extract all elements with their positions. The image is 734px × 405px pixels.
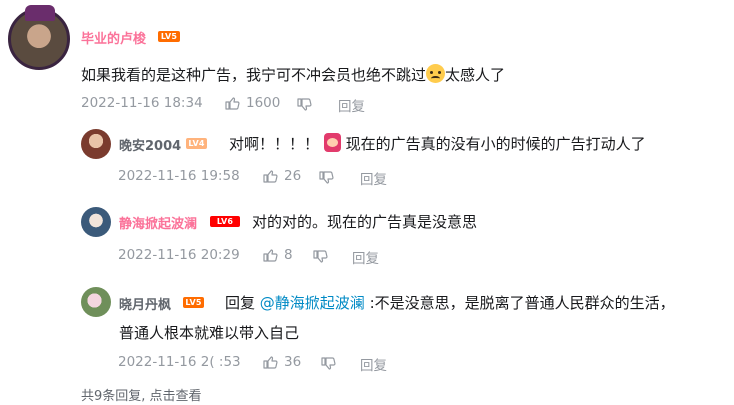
avatar[interactable]: [8, 5, 70, 70]
mention-link[interactable]: @静海掀起波澜: [260, 294, 365, 312]
level-badge: LV5: [183, 297, 204, 308]
reply-text-line2: 普通人根本就难以带入自己: [119, 324, 300, 342]
username[interactable]: 静海掀起波澜: [119, 213, 197, 232]
comment-text-part: 太感人了: [445, 66, 506, 84]
like-count: 26: [284, 168, 302, 184]
avatar[interactable]: [81, 287, 111, 317]
thumbs-up-icon: [263, 170, 278, 183]
username[interactable]: 晓月丹枫: [119, 294, 171, 313]
like-count: 36: [284, 354, 302, 370]
like-button[interactable]: 26: [262, 168, 301, 184]
reply-text: 对啊！！！！ 现在的广告真的没有小的时候的广告打动人了: [229, 133, 646, 154]
username[interactable]: 晚安2004: [119, 135, 181, 154]
comment-text-part: 如果我看的是这种广告，我宁可不冲会员也绝不跳过: [81, 66, 427, 84]
reply-text-part: 现在的广告真的没有小的时候的广告打动人了: [345, 135, 646, 153]
timestamp: 2022-11-16 2( :53: [118, 354, 241, 370]
thumbs-down-icon[interactable]: [318, 170, 334, 186]
timestamp: 2022-11-16 20:29: [118, 247, 240, 263]
reply-prefix: 回复: [225, 294, 256, 312]
username[interactable]: 毕业的卢梭: [81, 28, 146, 47]
like-button[interactable]: 8: [262, 247, 293, 263]
view-more-replies-link[interactable]: 共9条回复, 点击查看: [81, 385, 202, 404]
reply-text: 回复 @静海掀起波澜 :不是没意思，是脱离了普通人民群众的生活，: [225, 292, 675, 313]
crying-face-emoji: [426, 64, 446, 83]
avatar[interactable]: [81, 207, 111, 237]
like-count: 8: [284, 247, 293, 263]
thumbs-down-icon[interactable]: [312, 249, 328, 265]
like-button[interactable]: 36: [262, 354, 301, 370]
avatar[interactable]: [81, 129, 111, 159]
comment-text: 如果我看的是这种广告，我宁可不冲会员也绝不跳过 太感人了: [81, 64, 505, 85]
timestamp: 2022-11-16 19:58: [118, 168, 240, 184]
timestamp: 2022-11-16 18:34: [81, 95, 203, 111]
reply-text-part: :不是没意思，是脱离了普通人民群众的生活，: [364, 294, 675, 312]
reply-button[interactable]: 回复: [338, 95, 365, 115]
reply-button[interactable]: 回复: [360, 354, 387, 374]
thumbs-up-icon: [263, 356, 278, 369]
level-badge: LV4: [186, 138, 207, 149]
thumbs-up-icon: [225, 97, 240, 110]
thumbs-up-icon: [263, 249, 278, 262]
crying-emote: [323, 133, 341, 152]
thumbs-down-icon[interactable]: [320, 356, 336, 372]
level-badge: LV6: [210, 216, 240, 227]
like-count: 1600: [246, 95, 281, 111]
thumbs-down-icon[interactable]: [296, 97, 312, 113]
level-badge: LV5: [158, 31, 180, 42]
reply-text-part: 对啊！！！！: [229, 135, 320, 153]
reply-button[interactable]: 回复: [360, 168, 387, 188]
reply-text: 对的对的。现在的广告真是没意思: [252, 213, 478, 231]
like-button[interactable]: 1600: [224, 95, 280, 111]
reply-button[interactable]: 回复: [352, 247, 379, 267]
